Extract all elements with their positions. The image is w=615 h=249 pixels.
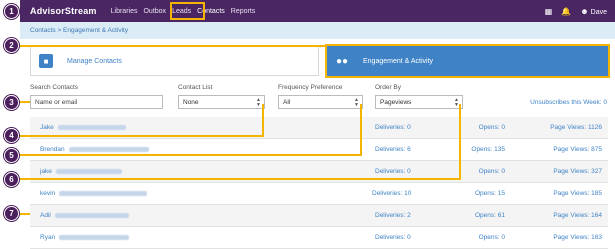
nav-libraries[interactable]: Libraries — [111, 8, 138, 15]
opens-count: Opens: 0 — [478, 124, 505, 131]
table-row[interactable]: kevin Deliveries: 10 Opens: 15 Page View… — [30, 183, 608, 205]
order-by-select[interactable]: Pageviews ▲ ▼ — [375, 95, 463, 109]
step-marker: 3 — [4, 95, 19, 110]
contact-name-cell[interactable]: Brendan — [40, 146, 149, 153]
pageviews-count: Page Views: 164 — [553, 212, 602, 219]
contact-email-redacted — [55, 168, 122, 174]
frequency-select[interactable]: All ▲ ▼ — [278, 95, 363, 109]
contact-email-redacted — [57, 124, 126, 130]
frequency-label: Frequency Preference — [278, 84, 343, 91]
brand-logo[interactable]: AdvisorStream — [30, 6, 97, 16]
contact-list-select[interactable]: None ▲ ▼ — [178, 95, 265, 109]
contact-name: jake — [40, 168, 52, 175]
callout-line-2 — [19, 45, 325, 47]
step-marker: 7 — [4, 206, 19, 221]
opens-count: Opens: 15 — [475, 190, 505, 197]
contact-list-value: None — [183, 98, 199, 106]
step-marker: 5 — [4, 148, 19, 163]
tab-engagement-activity[interactable]: ●● Engagement & Activity — [327, 46, 608, 76]
step-marker: 4 — [4, 128, 19, 143]
tab-manage-contacts[interactable]: ■ Manage Contacts — [30, 46, 319, 76]
step-marker: 2 — [4, 38, 19, 53]
table-row[interactable]: Brendan Deliveries: 6 Opens: 135 Page Vi… — [30, 139, 608, 161]
grid-icon[interactable]: ▦ — [545, 7, 553, 16]
search-field[interactable] — [30, 95, 163, 109]
user-icon: ☻ — [580, 6, 589, 16]
pageviews-count: Page Views: 163 — [553, 234, 602, 241]
contact-name-cell[interactable]: Adil — [40, 212, 129, 219]
contact-name: Jake — [40, 124, 54, 131]
step-marker: 6 — [4, 172, 19, 187]
users-icon: ●● — [335, 55, 349, 67]
step-marker: 1 — [4, 4, 19, 19]
breadcrumb[interactable]: Contacts > Engagement & Activity — [20, 22, 615, 39]
contact-list-label: Contact List — [178, 84, 213, 91]
search-label: Search Contacts — [30, 84, 79, 91]
contact-email-redacted — [54, 212, 129, 218]
table-row[interactable]: Adil Deliveries: 2 Opens: 61 Page Views:… — [30, 205, 608, 227]
search-input[interactable] — [35, 98, 162, 106]
contact-email-redacted — [59, 234, 130, 240]
deliveries-count: Deliveries: 6 — [375, 146, 411, 153]
callout-line-4 — [19, 135, 264, 137]
nav-outbox[interactable]: Outbox — [143, 8, 166, 15]
tab-label: Engagement & Activity — [363, 57, 434, 65]
deliveries-count: Deliveries: 0 — [375, 168, 411, 175]
contact-name: Brendan — [40, 146, 65, 153]
address-card-icon: ■ — [39, 54, 53, 68]
deliveries-count: Deliveries: 2 — [375, 212, 411, 219]
pageviews-count: Page Views: 875 — [553, 146, 602, 153]
deliveries-count: Deliveries: 0 — [375, 234, 411, 241]
contact-name-cell[interactable]: jake — [40, 168, 122, 175]
opens-count: Opens: 61 — [475, 212, 505, 219]
bell-icon[interactable]: 🔔 — [561, 7, 571, 16]
tab-label: Manage Contacts — [67, 57, 122, 65]
callout-line-7 — [19, 213, 30, 215]
user-menu[interactable]: ☻ Dave — [580, 7, 607, 16]
contact-name-cell[interactable]: kevin — [40, 190, 148, 197]
contact-name: Adil — [40, 212, 51, 219]
pageviews-count: Page Views: 327 — [553, 168, 602, 175]
contact-name-cell[interactable]: Ryan — [40, 234, 130, 241]
callout-line-3 — [19, 101, 30, 103]
callout-line-4v — [262, 104, 264, 137]
callout-line-6 — [19, 178, 461, 180]
pageviews-count: Page Views: 185 — [553, 190, 602, 197]
order-by-label: Order By — [375, 84, 402, 91]
callout-line-5 — [19, 154, 362, 156]
nav-reports[interactable]: Reports — [231, 8, 256, 15]
topbar-utilities: ▦ 🔔 ☻ Dave — [545, 7, 607, 16]
unsubscribes-count[interactable]: Unsubscribes this Week: 0 — [530, 99, 607, 106]
nav-leads[interactable]: Leads — [172, 8, 191, 15]
contact-email-redacted — [68, 146, 149, 152]
opens-count: Opens: 135 — [471, 146, 505, 153]
opens-count: Opens: 0 — [478, 168, 505, 175]
contact-email-redacted — [59, 190, 148, 196]
select-arrows-icon: ▲ ▼ — [256, 97, 261, 108]
table-row[interactable]: Ryan Deliveries: 0 Opens: 0 Page Views: … — [30, 227, 608, 249]
contact-name: Ryan — [40, 234, 56, 241]
frequency-value: All — [283, 98, 291, 106]
top-nav-bar: AdvisorStream Libraries Outbox Leads Con… — [20, 0, 615, 22]
nav-contacts[interactable]: Contacts — [197, 8, 225, 15]
contact-name: kevin — [40, 190, 56, 197]
user-name: Dave — [590, 8, 607, 16]
contact-name-cell[interactable]: Jake — [40, 124, 126, 131]
order-by-value: Pageviews — [380, 98, 412, 106]
deliveries-count: Deliveries: 0 — [375, 124, 411, 131]
opens-count: Opens: 0 — [478, 234, 505, 241]
callout-line-5v — [360, 104, 362, 156]
callout-line-6v — [459, 104, 461, 180]
pageviews-count: Page Views: 1126 — [550, 124, 602, 131]
select-arrows-icon: ▲ ▼ — [354, 97, 359, 108]
deliveries-count: Deliveries: 10 — [372, 190, 412, 197]
